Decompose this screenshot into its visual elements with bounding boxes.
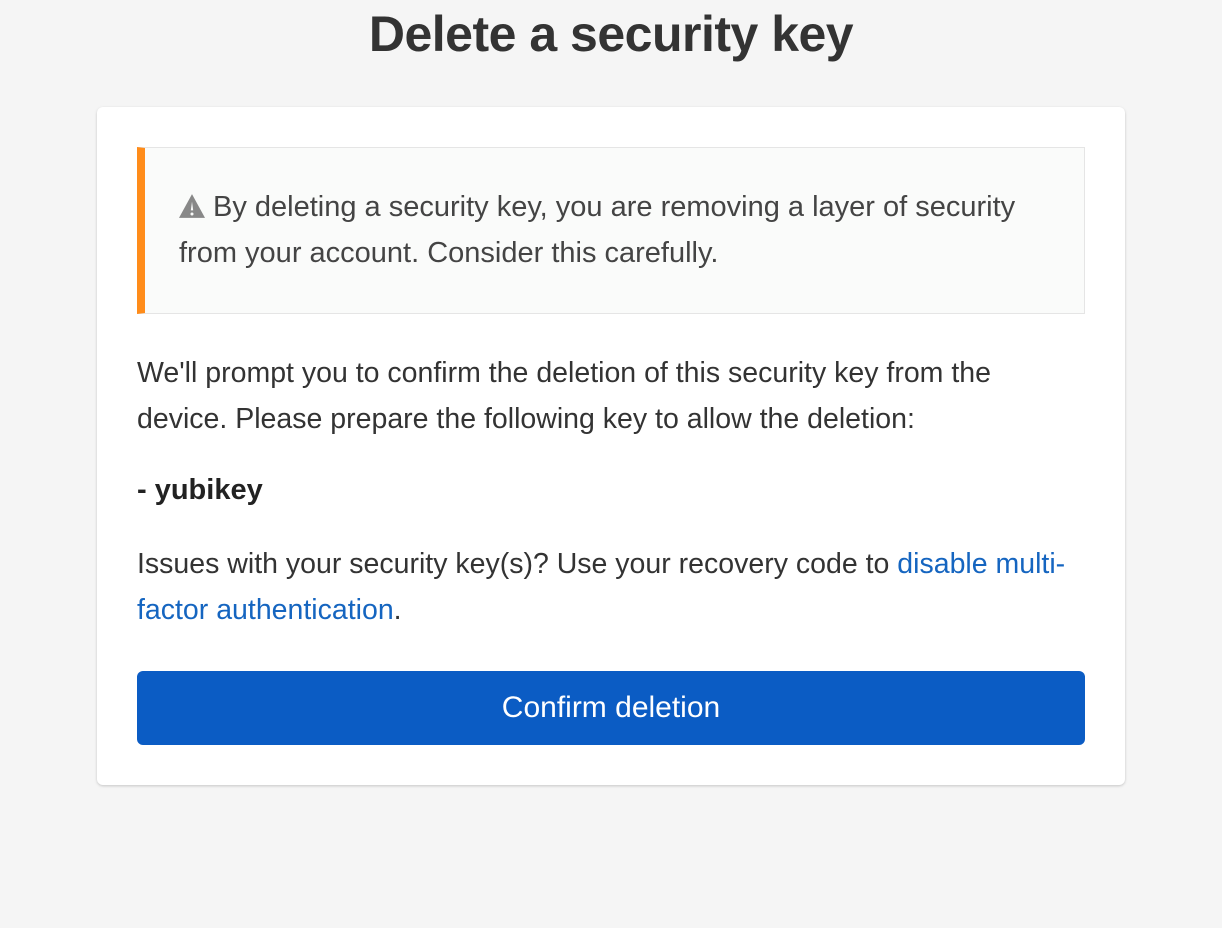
warning-banner: By deleting a security key, you are remo… xyxy=(137,147,1085,314)
confirm-deletion-button[interactable]: Confirm deletion xyxy=(137,671,1085,745)
warning-message: By deleting a security key, you are remo… xyxy=(179,191,1015,269)
issues-text: Issues with your security key(s)? Use yo… xyxy=(137,541,1085,633)
issues-suffix: . xyxy=(394,594,402,626)
prompt-text: We'll prompt you to confirm the deletion… xyxy=(137,350,1085,442)
warning-icon xyxy=(179,194,205,218)
security-key-name: - yubikey xyxy=(137,474,1085,507)
delete-security-key-card: By deleting a security key, you are remo… xyxy=(97,107,1125,785)
page-title: Delete a security key xyxy=(97,5,1125,63)
issues-prefix: Issues with your security key(s)? Use yo… xyxy=(137,548,897,580)
warning-text: By deleting a security key, you are remo… xyxy=(179,184,1042,277)
